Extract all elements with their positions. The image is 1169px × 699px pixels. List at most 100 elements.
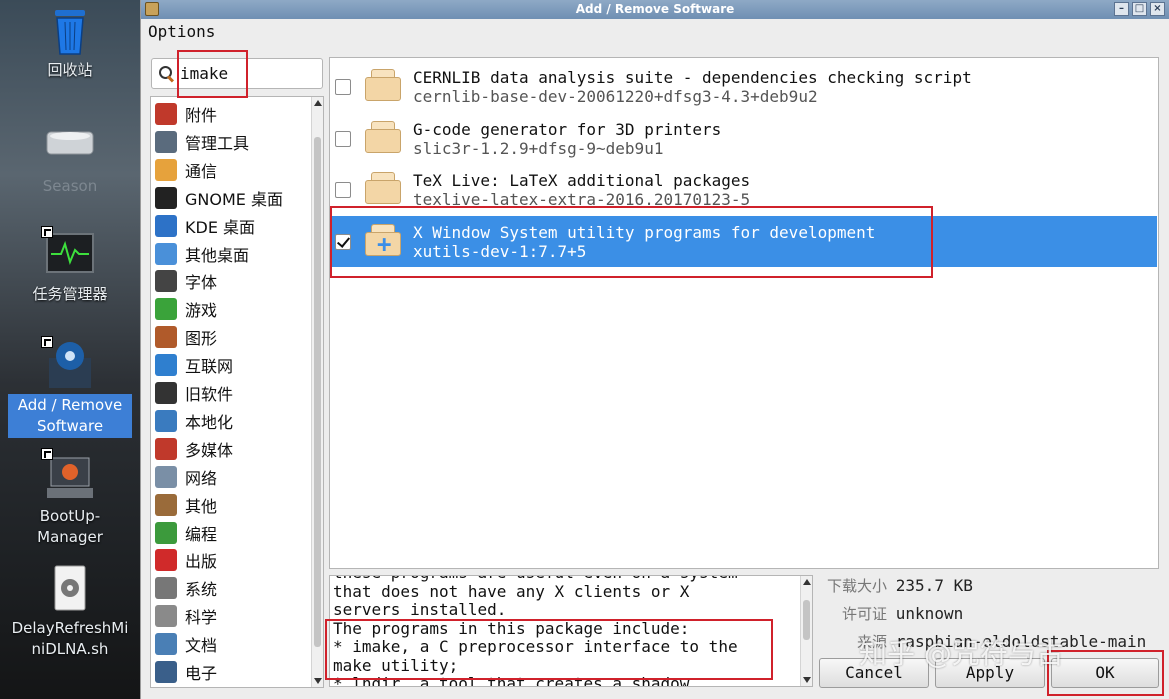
category-label: KDE 桌面 [185, 217, 256, 237]
cancel-button[interactable]: Cancel [819, 658, 929, 688]
desktop-icon-script[interactable]: DelayRefreshMiniDLNA.sh [8, 564, 132, 660]
documentation-icon [155, 633, 177, 656]
desktop-icon-bootup[interactable]: BootUp-Manager [8, 448, 132, 548]
title-bar[interactable]: Add / Remove Software – □ × [141, 0, 1169, 19]
category-item[interactable]: 编程 [155, 520, 217, 546]
menu-bar: Options [141, 19, 1169, 45]
category-item[interactable]: 通信 [155, 157, 217, 183]
package-version: cernlib-base-dev-20061220+dfsg3-4.3+deb9… [413, 87, 818, 106]
category-label: 网络 [185, 468, 218, 488]
package-version: xutils-dev-1:7.7+5 [413, 241, 587, 261]
description-scrollbar[interactable] [800, 576, 812, 686]
desktop: 回收站 Season 任务管理器 Add / Remove Software B… [0, 0, 140, 699]
apply-button[interactable]: Apply [935, 658, 1045, 688]
category-item[interactable]: 科学 [155, 603, 217, 629]
desktop-icon-label: DelayRefreshMiniDLNA.sh [11, 619, 129, 658]
script-gear-icon [43, 564, 97, 614]
category-item[interactable]: 管理工具 [155, 129, 249, 155]
category-item[interactable]: 游戏 [155, 296, 217, 322]
minimize-button[interactable]: – [1114, 2, 1129, 16]
scroll-up-arrow-icon[interactable] [803, 579, 811, 585]
category-item[interactable]: GNOME 桌面 [155, 185, 283, 211]
package-checkbox[interactable] [335, 130, 351, 147]
category-item[interactable]: 附件 [155, 101, 217, 127]
publishing-icon [155, 549, 177, 572]
package-description: these programs are useful even on a syst… [329, 575, 813, 687]
description-line: * lndir, a tool that creates a shadow [333, 674, 690, 687]
package-version: slic3r-1.2.9+dfsg-9~deb9u1 [413, 138, 664, 158]
category-item[interactable]: 本地化 [155, 408, 233, 434]
desktop-icon-trash[interactable]: 回收站 [8, 6, 132, 81]
scroll-up-arrow-icon[interactable] [314, 100, 322, 106]
category-item[interactable]: 其他桌面 [155, 241, 249, 267]
scroll-thumb[interactable] [803, 600, 810, 640]
category-item[interactable]: 文档 [155, 631, 217, 657]
category-label: 其他 [185, 496, 218, 516]
package-version: texlive-latex-extra-2016.20170123-5 [413, 190, 751, 209]
category-label: 电子 [185, 664, 218, 683]
package-row[interactable]: G-code generator for 3D printers slic3r-1… [331, 113, 1157, 164]
desktop-icon-add-remove[interactable]: Add / Remove Software [8, 336, 132, 438]
source-value: raspbian-oldoldstable-main [895, 632, 1147, 651]
category-item[interactable]: 系统 [155, 575, 217, 601]
description-line: servers installed. [333, 600, 507, 619]
package-checkbox[interactable] [335, 182, 351, 198]
category-item[interactable]: 图形 [155, 324, 217, 350]
category-item[interactable]: 网络 [155, 464, 217, 490]
internet-icon [155, 354, 177, 377]
package-row[interactable]: CERNLIB data analysis suite - dependenci… [331, 61, 1157, 112]
category-item[interactable]: 字体 [155, 268, 217, 294]
menu-options[interactable]: Options [148, 22, 215, 41]
category-item[interactable]: 出版 [155, 547, 217, 573]
category-label: 附件 [185, 106, 218, 125]
network-icon [155, 465, 177, 488]
package-box-icon [363, 69, 403, 103]
category-label: 管理工具 [185, 133, 250, 153]
category-item[interactable]: 旧软件 [155, 380, 233, 406]
category-scrollbar[interactable] [311, 97, 323, 687]
gnome-icon [155, 186, 177, 209]
package-box-icon [363, 172, 403, 206]
description-line: The programs in this package include: [333, 618, 690, 638]
category-item[interactable]: 多媒体 [155, 436, 233, 462]
package-checkbox[interactable] [335, 233, 351, 250]
desktop-icon-season[interactable]: Season [8, 122, 132, 197]
accessories-icon [155, 103, 177, 125]
science-icon [155, 605, 177, 628]
system-icon [155, 577, 177, 600]
desktop-icon-task-manager[interactable]: 任务管理器 [8, 226, 132, 305]
category-item[interactable]: 电子 [155, 659, 217, 685]
description-line: make utility; [333, 655, 459, 675]
scroll-down-arrow-icon[interactable] [803, 677, 811, 683]
category-item[interactable]: 其他 [155, 492, 217, 518]
package-title: G-code generator for 3D printers [413, 119, 722, 139]
search-input[interactable] [180, 64, 320, 83]
communication-icon [155, 158, 177, 181]
kde-icon [155, 214, 177, 237]
package-row[interactable]: TeX Live: LaTeX additional packages texli… [331, 164, 1157, 215]
graphics-icon [155, 326, 177, 349]
package-row[interactable]: + X Window System utility programs for de… [331, 215, 1157, 267]
shortcut-arrow-icon [41, 226, 53, 238]
search-box[interactable] [151, 58, 323, 89]
ok-button[interactable]: OK [1051, 658, 1159, 688]
category-label: 科学 [185, 608, 218, 628]
category-label: 互联网 [185, 357, 234, 377]
add-remove-software-window: Add / Remove Software – □ × Options 附件管理… [140, 0, 1169, 699]
close-button[interactable]: × [1150, 2, 1165, 16]
desktop-icon-label: Season [42, 177, 98, 195]
games-icon [155, 298, 177, 321]
package-checkbox[interactable] [335, 79, 351, 95]
category-item[interactable]: KDE 桌面 [155, 213, 255, 239]
scroll-down-arrow-icon[interactable] [314, 678, 322, 684]
category-item[interactable]: 互联网 [155, 352, 233, 378]
maximize-button[interactable]: □ [1132, 2, 1147, 16]
scroll-thumb[interactable] [314, 137, 321, 647]
package-list: CERNLIB data analysis suite - dependenci… [329, 57, 1159, 569]
package-title: CERNLIB data analysis suite - dependenci… [413, 68, 972, 87]
desktop-icon-label: 任务管理器 [32, 285, 108, 303]
legacy-icon [155, 382, 177, 404]
fonts-icon [155, 270, 177, 293]
bootup-icon [41, 448, 97, 502]
license-label: 许可证 [841, 605, 887, 623]
